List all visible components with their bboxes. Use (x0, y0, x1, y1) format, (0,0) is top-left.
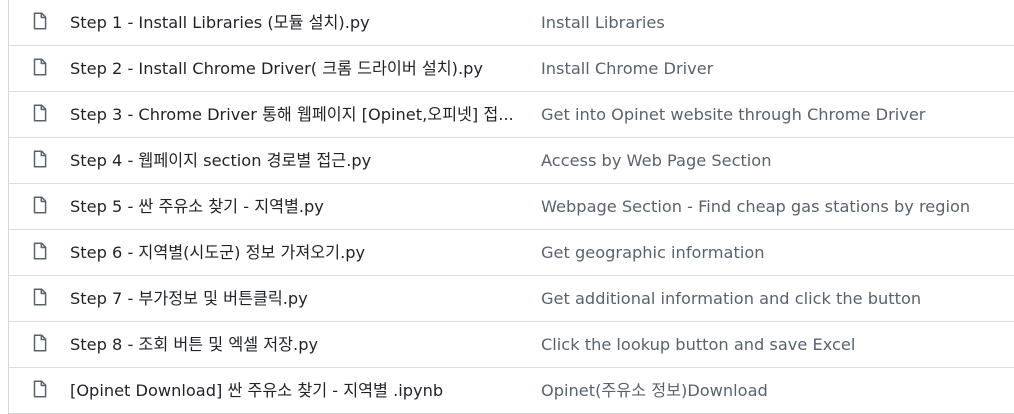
commit-message-link[interactable]: Get into Opinet website through Chrome D… (541, 92, 1014, 137)
commit-message-link[interactable]: Install Chrome Driver (541, 46, 1014, 91)
file-name-link[interactable]: Step 4 - 웹페이지 section 경로별 접근.py (70, 138, 526, 183)
file-row[interactable]: Step 7 - 부가정보 및 버튼클릭.py Get additional i… (9, 276, 1014, 322)
file-name-link[interactable]: Step 3 - Chrome Driver 통해 웹페이지 [Opinet,오… (70, 92, 526, 137)
commit-message-link[interactable]: Get geographic information (541, 230, 1014, 275)
file-icon (32, 288, 48, 306)
file-name-link[interactable]: [Opinet Download] 싼 주유소 찾기 - 지역별 .ipynb (70, 368, 526, 413)
file-name-link[interactable]: Step 7 - 부가정보 및 버튼클릭.py (70, 276, 526, 321)
file-row[interactable]: [Opinet Download] 싼 주유소 찾기 - 지역별 .ipynb … (9, 368, 1014, 413)
commit-message-link[interactable]: Webpage Section - Find cheap gas station… (541, 184, 1014, 229)
file-name-link[interactable]: Step 5 - 싼 주유소 찾기 - 지역별.py (70, 184, 526, 229)
file-icon (32, 196, 48, 214)
file-icon (32, 104, 48, 122)
commit-message-link[interactable]: Click the lookup button and save Excel (541, 322, 1014, 367)
file-icon (32, 150, 48, 168)
commit-message-link[interactable]: Get additional information and click the… (541, 276, 1014, 321)
file-row[interactable]: Step 3 - Chrome Driver 통해 웹페이지 [Opinet,오… (9, 92, 1014, 138)
file-icon (32, 12, 48, 30)
file-row[interactable]: Step 5 - 싼 주유소 찾기 - 지역별.py Webpage Secti… (9, 184, 1014, 230)
file-icon (32, 380, 48, 398)
file-name-link[interactable]: Step 8 - 조회 버튼 및 엑셀 저장.py (70, 322, 526, 367)
file-row[interactable]: Step 4 - 웹페이지 section 경로별 접근.py Access b… (9, 138, 1014, 184)
file-name-link[interactable]: Step 2 - Install Chrome Driver( 크롬 드라이버 … (70, 46, 526, 91)
commit-message-link[interactable]: Install Libraries (541, 0, 1014, 45)
file-row[interactable]: Step 8 - 조회 버튼 및 엑셀 저장.py Click the look… (9, 322, 1014, 368)
file-icon (32, 242, 48, 260)
commit-message-link[interactable]: Opinet(주유소 정보)Download (541, 368, 1014, 413)
file-row[interactable]: Step 2 - Install Chrome Driver( 크롬 드라이버 … (9, 46, 1014, 92)
file-name-link[interactable]: Step 1 - Install Libraries (모듈 설치).py (70, 0, 526, 45)
file-name-link[interactable]: Step 6 - 지역별(시도군) 정보 가져오기.py (70, 230, 526, 275)
file-list: Step 1 - Install Libraries (모듈 설치).py In… (8, 0, 1014, 414)
file-icon (32, 334, 48, 352)
commit-message-link[interactable]: Access by Web Page Section (541, 138, 1014, 183)
file-icon (32, 58, 48, 76)
file-row[interactable]: Step 6 - 지역별(시도군) 정보 가져오기.py Get geograp… (9, 230, 1014, 276)
file-row[interactable]: Step 1 - Install Libraries (모듈 설치).py In… (9, 0, 1014, 46)
